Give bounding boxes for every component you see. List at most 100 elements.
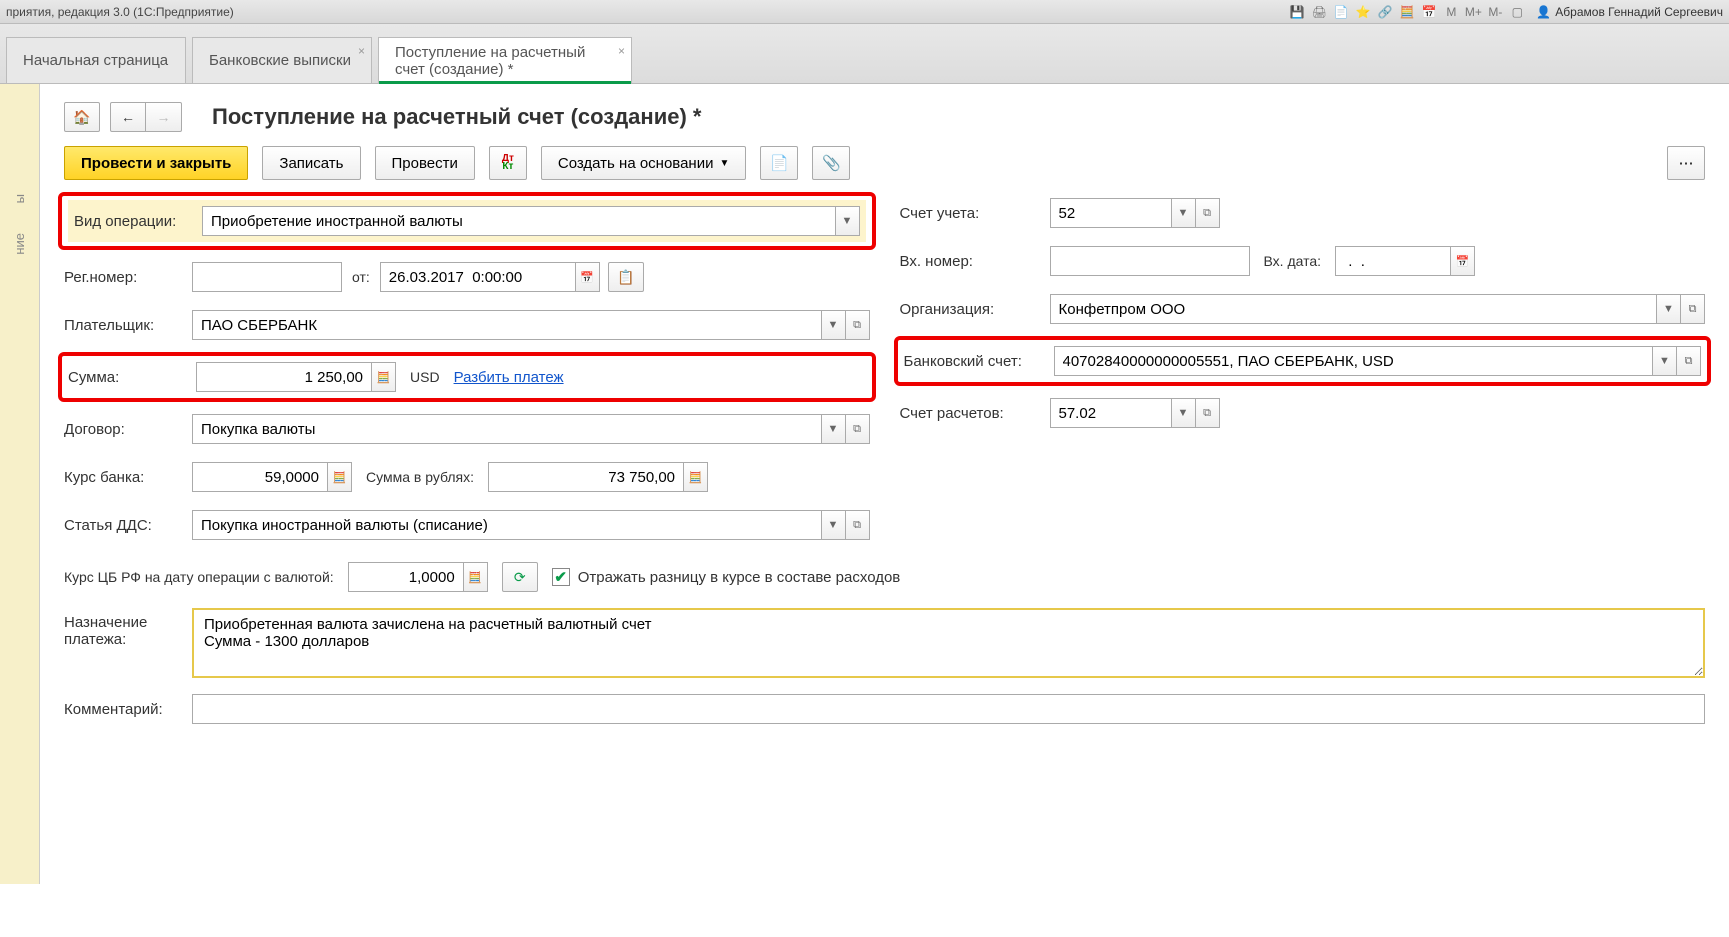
- open-icon[interactable]: ⧉: [1676, 347, 1700, 375]
- star-icon[interactable]: ⭐: [1354, 3, 1372, 21]
- op-type-field[interactable]: ▼: [202, 206, 860, 236]
- reflect-diff-label: Отражать разницу в курсе в составе расхо…: [578, 569, 901, 586]
- chevron-down-icon[interactable]: ▼: [821, 511, 845, 539]
- sum-label: Сумма:: [68, 369, 196, 386]
- comment-label: Комментарий:: [64, 701, 192, 718]
- date-input[interactable]: [381, 263, 575, 291]
- contract-input[interactable]: [193, 415, 821, 443]
- forward-button: →: [146, 102, 182, 132]
- split-payment-link[interactable]: Разбить платеж: [454, 369, 564, 386]
- reg-num-input[interactable]: [192, 262, 342, 292]
- in-date-input[interactable]: [1336, 247, 1450, 275]
- org-input[interactable]: [1051, 295, 1657, 323]
- sum-input[interactable]: [197, 363, 371, 391]
- payer-field[interactable]: ▼ ⧉: [192, 310, 870, 340]
- calculator-icon[interactable]: 🧮: [371, 363, 395, 391]
- link-icon[interactable]: 🔗: [1376, 3, 1394, 21]
- dds-label: Статья ДДС:: [64, 517, 192, 534]
- account-field[interactable]: ▼ ⧉: [1050, 198, 1220, 228]
- tabs-bar: Начальная страница Банковские выписки × …: [0, 24, 1729, 84]
- open-icon[interactable]: ⧉: [1195, 399, 1219, 427]
- bank-acc-input[interactable]: [1055, 347, 1653, 375]
- chevron-down-icon[interactable]: ▼: [821, 415, 845, 443]
- m-minus-icon[interactable]: M-: [1486, 3, 1504, 21]
- post-button[interactable]: Провести: [375, 146, 475, 180]
- purpose-textarea[interactable]: [192, 608, 1705, 678]
- calculator-icon[interactable]: 🧮: [683, 463, 707, 491]
- close-icon[interactable]: ×: [618, 44, 625, 58]
- chevron-down-icon[interactable]: ▼: [1171, 199, 1195, 227]
- cbr-label: Курс ЦБ РФ на дату операции с валютой:: [64, 569, 334, 585]
- chevron-down-icon[interactable]: ▼: [1171, 399, 1195, 427]
- window-titlebar: приятия, редакция 3.0 (1С:Предприятие) 💾…: [0, 0, 1729, 24]
- comment-input[interactable]: [192, 694, 1705, 724]
- report-button[interactable]: 📄: [760, 146, 798, 180]
- dtkt-button[interactable]: ДтКт: [489, 146, 527, 180]
- tab-home[interactable]: Начальная страница: [6, 37, 186, 83]
- highlight-bank-account: Банковский счет: ▼ ⧉: [894, 336, 1712, 386]
- bank-rate-input[interactable]: [193, 463, 327, 491]
- user-block[interactable]: 👤 Абрамов Геннадий Сергеевич: [1536, 5, 1723, 19]
- more-button[interactable]: ⋯: [1667, 146, 1705, 180]
- open-icon[interactable]: ⧉: [1195, 199, 1219, 227]
- settle-field[interactable]: ▼ ⧉: [1050, 398, 1220, 428]
- rub-sum-input[interactable]: [489, 463, 683, 491]
- open-icon[interactable]: ⧉: [845, 415, 869, 443]
- attach-button[interactable]: 📎: [812, 146, 850, 180]
- home-button[interactable]: 🏠: [64, 102, 100, 132]
- in-num-input[interactable]: [1050, 246, 1250, 276]
- post-and-close-button[interactable]: Провести и закрыть: [64, 146, 248, 180]
- doc-props-button[interactable]: 📋: [608, 262, 644, 292]
- user-icon: 👤: [1536, 5, 1551, 19]
- bank-acc-field[interactable]: ▼ ⧉: [1054, 346, 1702, 376]
- highlight-sum: Сумма: 🧮 USD Разбить платеж: [58, 352, 876, 402]
- contract-field[interactable]: ▼ ⧉: [192, 414, 870, 444]
- open-icon[interactable]: ⧉: [1680, 295, 1704, 323]
- create-based-button[interactable]: Создать на основании ▼: [541, 146, 747, 180]
- dds-input[interactable]: [193, 511, 821, 539]
- doc-icon[interactable]: 📄: [1332, 3, 1350, 21]
- from-label: от:: [352, 269, 370, 285]
- purpose-label: Назначение платежа:: [64, 608, 192, 648]
- op-type-label: Вид операции:: [74, 213, 202, 230]
- chevron-down-icon[interactable]: ▼: [835, 207, 859, 235]
- bank-acc-label: Банковский счет:: [904, 353, 1054, 370]
- save-icon[interactable]: 💾: [1288, 3, 1306, 21]
- reflect-diff-checkbox[interactable]: ✔: [552, 568, 570, 586]
- cbr-input[interactable]: [349, 563, 463, 591]
- dds-field[interactable]: ▼ ⧉: [192, 510, 870, 540]
- calculator-icon[interactable]: 🧮: [327, 463, 351, 491]
- save-button[interactable]: Записать: [262, 146, 360, 180]
- bank-rate-label: Курс банка:: [64, 469, 192, 486]
- tab-bank[interactable]: Банковские выписки ×: [192, 37, 372, 83]
- calendar-icon[interactable]: 📅: [575, 263, 599, 291]
- settle-label: Счет расчетов:: [900, 405, 1050, 422]
- back-button[interactable]: ←: [110, 102, 146, 132]
- page-title: Поступление на расчетный счет (создание)…: [212, 104, 701, 130]
- chevron-down-icon[interactable]: ▼: [1656, 295, 1680, 323]
- settle-input[interactable]: [1051, 399, 1171, 427]
- app-title: приятия, редакция 3.0 (1С:Предприятие): [6, 5, 234, 19]
- m-plus-icon[interactable]: M+: [1464, 3, 1482, 21]
- chevron-down-icon[interactable]: ▼: [821, 311, 845, 339]
- account-input[interactable]: [1051, 199, 1171, 227]
- highlight-op-type: Вид операции: ▼: [58, 192, 876, 250]
- m-icon[interactable]: M: [1442, 3, 1460, 21]
- account-label: Счет учета:: [900, 205, 1050, 222]
- open-icon[interactable]: ⧉: [845, 511, 869, 539]
- calculator-icon[interactable]: 🧮: [463, 563, 487, 591]
- close-icon[interactable]: ×: [358, 44, 365, 58]
- chevron-down-icon[interactable]: ▼: [1652, 347, 1676, 375]
- open-icon[interactable]: ⧉: [845, 311, 869, 339]
- org-field[interactable]: ▼ ⧉: [1050, 294, 1706, 324]
- panels-icon[interactable]: ▢: [1508, 3, 1526, 21]
- calendar-icon[interactable]: 📅: [1450, 247, 1474, 275]
- print-icon[interactable]: 🖨: [1310, 3, 1328, 21]
- refresh-button[interactable]: ⟳: [502, 562, 538, 592]
- payer-input[interactable]: [193, 311, 821, 339]
- in-date-label: Вх. дата:: [1264, 253, 1322, 269]
- op-type-input[interactable]: [203, 207, 835, 235]
- calc-icon[interactable]: 🧮: [1398, 3, 1416, 21]
- calendar-icon[interactable]: 📅: [1420, 3, 1438, 21]
- tab-current[interactable]: Поступление на расчетный счет (создание)…: [378, 37, 632, 83]
